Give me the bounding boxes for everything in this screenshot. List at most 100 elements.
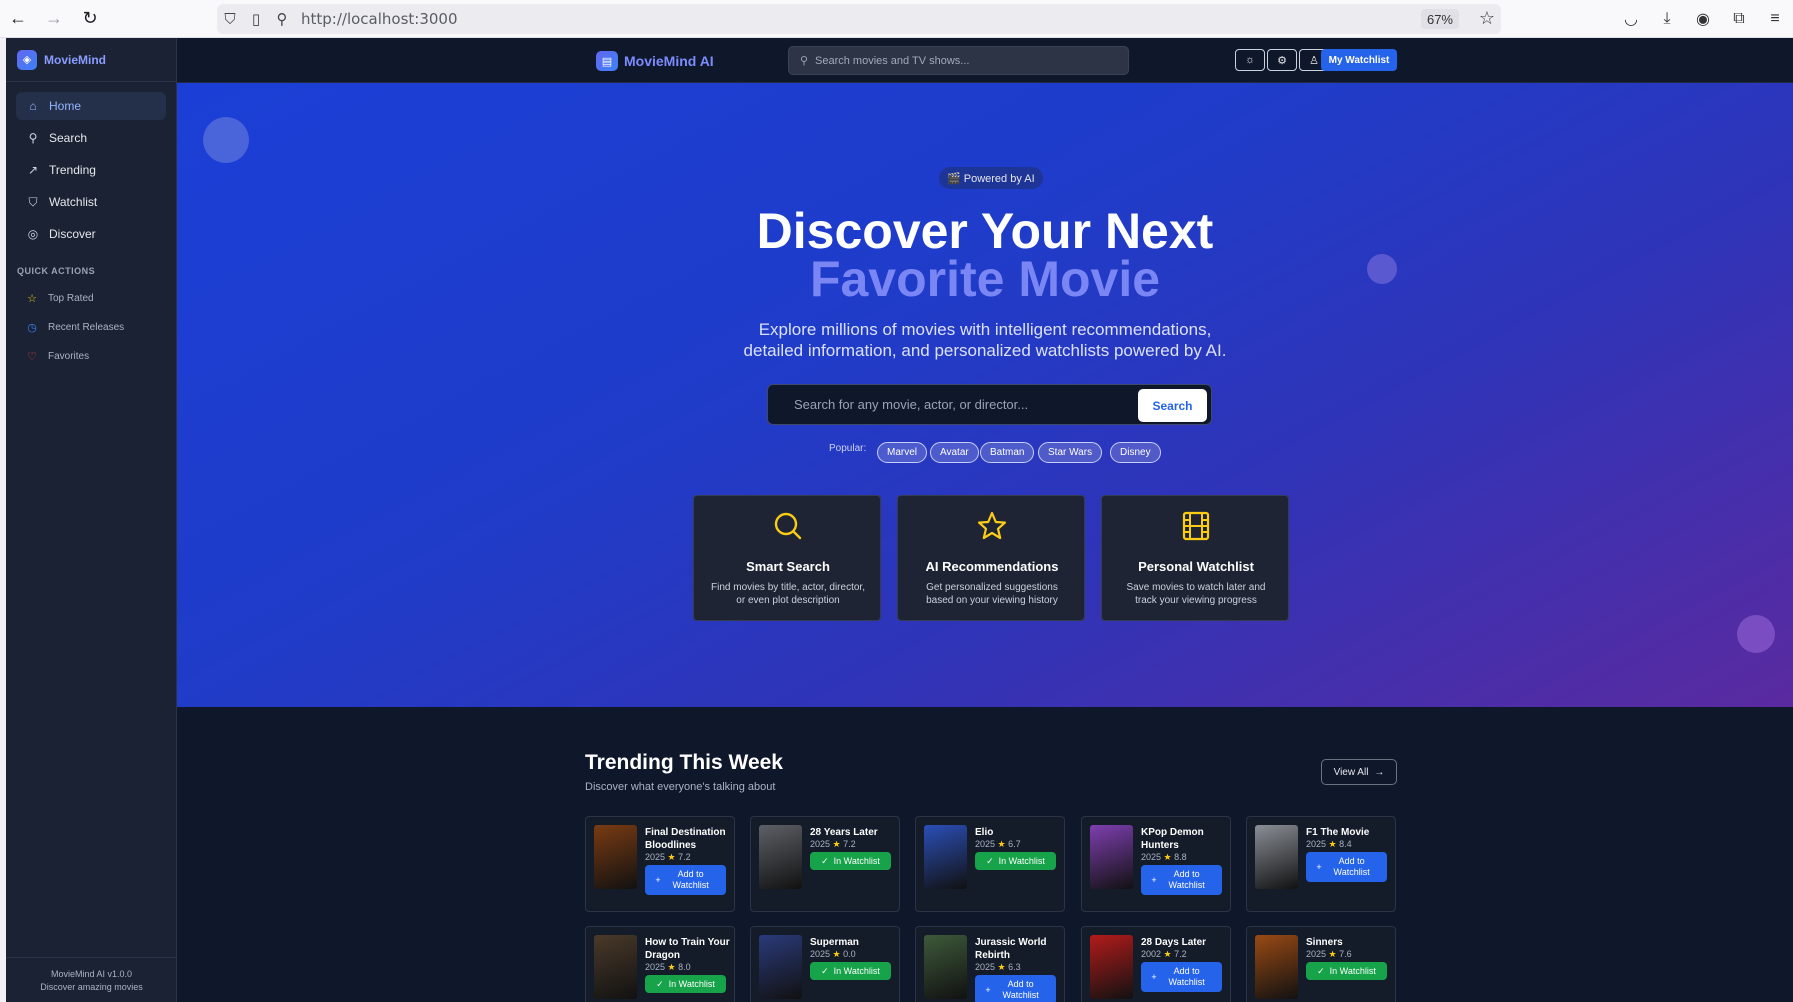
quick-action-recent-releases[interactable]: ◷ Recent Releases [6, 313, 176, 342]
movie-card[interactable]: Superman 2025 ★ 0.0 ✓ In Watchlist [750, 926, 900, 1002]
movie-title[interactable]: F1 The Movie [1306, 826, 1392, 839]
popular-chip-marvel[interactable]: Marvel [877, 442, 928, 463]
movie-card[interactable]: 28 Years Later 2025 ★ 7.2 ✓ In Watchlist [750, 816, 900, 912]
trending-icon: ↗ [27, 163, 39, 177]
settings-button[interactable]: ⚙ [1267, 49, 1297, 71]
search-icon: ⚲ [28, 131, 38, 145]
movie-card[interactable]: Final Destination Bloodlines 2025 ★ 7.2 + A… [585, 816, 735, 912]
popular-chip-star-wars[interactable]: Star Wars [1038, 442, 1103, 463]
movie-card[interactable]: KPop Demon Hunters 2025 ★ 8.8 + Add to Watc… [1081, 816, 1231, 912]
url-text[interactable]: http://localhost:3000 [301, 10, 458, 28]
reload-button[interactable]: ↻ [72, 0, 108, 38]
movie-card[interactable]: 28 Days Later 2002 ★ 7.2 + Add to Watchlist [1081, 926, 1231, 1002]
pocket-icon[interactable]: ◡ [1613, 0, 1649, 38]
sidebar-item-label: Home [49, 99, 82, 113]
movie-poster[interactable] [924, 935, 967, 999]
movie-poster[interactable] [1090, 935, 1133, 999]
hero-subtitle: Explore millions of movies with intellig… [177, 319, 1793, 361]
my-watchlist-button[interactable]: My Watchlist [1321, 49, 1397, 71]
permissions-icon[interactable]: ⚲ [269, 10, 295, 28]
in-watchlist-button[interactable]: ✓ In Watchlist [810, 852, 891, 870]
sidebar: ◈ MovieMind ⌂ Home ⚲ Search ↗ Trending ⛉… [6, 38, 177, 1002]
sidebar-item-watchlist[interactable]: ⛉ Watchlist [16, 188, 166, 216]
sidebar-brand[interactable]: ◈ MovieMind [6, 38, 176, 82]
back-button[interactable]: ← [0, 0, 36, 38]
hero-search-button[interactable]: Search [1138, 389, 1207, 422]
in-watchlist-button[interactable]: ✓ In Watchlist [810, 962, 891, 980]
movie-poster[interactable] [1255, 825, 1298, 889]
view-all-button[interactable]: View All → [1321, 759, 1397, 785]
app-tagline: Discover amazing movies [40, 982, 143, 992]
forward-button[interactable]: → [36, 0, 72, 38]
movie-poster[interactable] [594, 935, 637, 999]
movie-meta: 2025 ★ 7.2 [810, 839, 856, 850]
sidebar-item-trending[interactable]: ↗ Trending [16, 156, 166, 184]
hero-subtitle-line1: Explore millions of movies with intellig… [758, 320, 1212, 339]
movie-poster[interactable] [1090, 825, 1133, 889]
header-search-input[interactable] [815, 54, 1115, 67]
movie-title[interactable]: Jurassic World Rebirth [975, 936, 1061, 962]
plus-icon: + [1151, 874, 1157, 885]
movie-poster[interactable] [759, 825, 802, 889]
address-bar[interactable]: ⛉ ▯ ⚲ http://localhost:3000 67% ☆ [217, 4, 1501, 34]
feature-card-smart-search: Smart Search Find movies by title, actor… [693, 495, 881, 621]
extensions-icon[interactable]: ⧉ [1721, 0, 1757, 38]
account-icon[interactable]: ◉ [1685, 0, 1721, 38]
movie-title[interactable]: 28 Years Later [810, 826, 896, 839]
movie-title[interactable]: How to Train Your Dragon [645, 936, 731, 962]
sidebar-item-discover[interactable]: ◎ Discover [16, 220, 166, 248]
popular-chip-batman[interactable]: Batman [980, 442, 1035, 463]
hero-subtitle-line2: detailed information, and personalized w… [743, 341, 1227, 360]
movie-poster[interactable] [1255, 935, 1298, 999]
feature-card-ai-recommendations: AI Recommendations Get personalized sugg… [897, 495, 1085, 621]
in-watchlist-button[interactable]: ✓ In Watchlist [975, 852, 1056, 870]
movie-title[interactable]: Elio [975, 826, 1061, 839]
sidebar-item-search[interactable]: ⚲ Search [16, 124, 166, 152]
star-icon: ☆ [27, 293, 37, 305]
in-watchlist-button[interactable]: ✓ In Watchlist [1306, 962, 1387, 980]
menu-icon[interactable]: ≡ [1757, 0, 1793, 38]
movie-title[interactable]: 28 Days Later [1141, 936, 1227, 949]
zoom-level[interactable]: 67% [1420, 9, 1459, 29]
watchlist-button-label: Add to Watchlist [672, 869, 709, 890]
popular-chip-avatar[interactable]: Avatar [930, 442, 979, 463]
quick-action-favorites[interactable]: ♡ Favorites [6, 342, 176, 371]
quick-action-top-rated[interactable]: ☆ Top Rated [6, 284, 176, 313]
rating-star-icon: ★ [665, 962, 679, 972]
add-to-watchlist-button[interactable]: + Add to Watchlist [1306, 852, 1387, 882]
movie-poster[interactable] [759, 935, 802, 999]
bookmark-star-icon[interactable]: ☆ [1479, 8, 1495, 29]
movie-year: 2025 [1141, 852, 1162, 862]
header-search: ⚲ [788, 46, 1129, 75]
add-to-watchlist-button[interactable]: + Add to Watchlist [1141, 865, 1222, 895]
movie-title[interactable]: KPop Demon Hunters [1141, 826, 1227, 852]
add-to-watchlist-button[interactable]: + Add to Watchlist [1141, 962, 1222, 992]
shield-icon[interactable]: ⛉ [217, 11, 243, 28]
download-icon[interactable]: ⤓ [1649, 0, 1685, 38]
movie-rating: 8.4 [1339, 839, 1352, 849]
check-icon: ✓ [821, 855, 829, 866]
header-brand[interactable]: ▤ MovieMind AI [596, 51, 714, 71]
sidebar-item-home[interactable]: ⌂ Home [16, 92, 166, 120]
page-info-icon[interactable]: ▯ [243, 10, 269, 28]
movie-card[interactable]: F1 The Movie 2025 ★ 8.4 + Add to Watchlist [1246, 816, 1396, 912]
hero-search-input[interactable] [794, 397, 1114, 412]
movie-card[interactable]: How to Train Your Dragon 2025 ★ 8.0 ✓ In Wa… [585, 926, 735, 1002]
rating-star-icon: ★ [1326, 839, 1340, 849]
movie-card[interactable]: Sinners 2025 ★ 7.6 ✓ In Watchlist [1246, 926, 1396, 1002]
theme-toggle-button[interactable]: ☼ [1235, 49, 1265, 71]
movie-card[interactable]: Elio 2025 ★ 6.7 ✓ In Watchlist [915, 816, 1065, 912]
movie-title[interactable]: Superman [810, 936, 896, 949]
in-watchlist-button[interactable]: ✓ In Watchlist [645, 975, 726, 993]
sidebar-item-label: Search [49, 131, 88, 145]
movie-poster[interactable] [594, 825, 637, 889]
movie-title[interactable]: Final Destination Bloodlines [645, 826, 731, 852]
movie-title[interactable]: Sinners [1306, 936, 1392, 949]
movie-poster[interactable] [924, 825, 967, 889]
popular-chip-disney[interactable]: Disney [1110, 442, 1161, 463]
heart-icon: ♡ [27, 351, 37, 363]
add-to-watchlist-button[interactable]: + Add to Watchlist [645, 865, 726, 895]
rating-star-icon: ★ [830, 949, 844, 959]
movie-card[interactable]: Jurassic World Rebirth 2025 ★ 6.3 + Add to … [915, 926, 1065, 1002]
add-to-watchlist-button[interactable]: + Add to Watchlist [975, 975, 1056, 1002]
